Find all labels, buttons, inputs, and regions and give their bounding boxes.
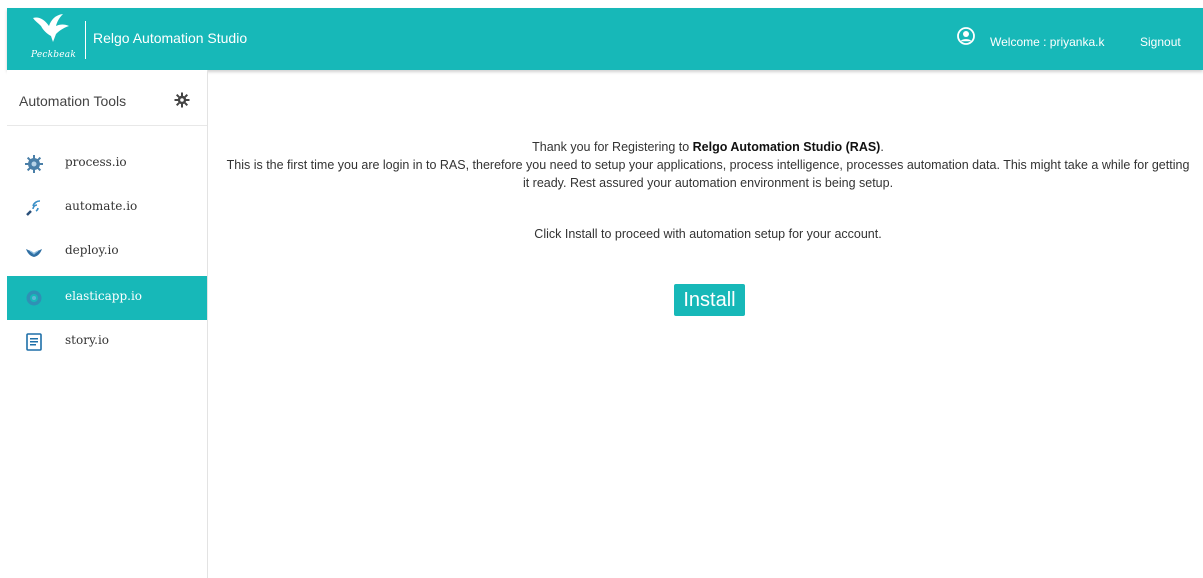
main-content: Thank you for Registering to Relgo Autom… <box>208 70 1203 578</box>
story-icon <box>26 333 42 351</box>
welcome-message: Thank you for Registering to Relgo Autom… <box>223 138 1193 192</box>
sidebar-header: Automation Tools <box>7 70 207 126</box>
logo-text: Peckbeak <box>31 50 76 60</box>
signout-link[interactable]: Signout <box>1140 35 1181 49</box>
sidebar-item-label: automate.io <box>65 199 138 213</box>
message-body: This is the first time you are login in … <box>226 158 1190 190</box>
sidebar-item-label: process.io <box>65 155 127 169</box>
sidebar: Automation Tools process.io automate.io … <box>7 70 208 578</box>
hummingbird-logo-icon <box>33 14 69 42</box>
sidebar-title: Automation Tools <box>19 93 127 109</box>
app-logo[interactable]: Peckbeak <box>29 12 76 66</box>
message-suffix: . <box>880 140 884 154</box>
sidebar-item-process[interactable]: process.io <box>7 142 207 186</box>
message-bold: Relgo Automation Studio (RAS) <box>692 140 881 154</box>
sidebar-item-elasticapp[interactable]: elasticapp.io <box>7 276 207 320</box>
elasticapp-icon <box>26 290 42 306</box>
app-title: Relgo Automation Studio <box>93 30 248 46</box>
sidebar-item-label: deploy.io <box>65 243 119 257</box>
top-header: Peckbeak Relgo Automation Studio Welcome… <box>7 8 1203 70</box>
logo-divider <box>85 21 86 59</box>
message-prefix: Thank you for Registering to <box>532 140 693 154</box>
gear-icon[interactable] <box>174 92 190 108</box>
sidebar-item-story[interactable]: story.io <box>7 320 207 364</box>
user-avatar-icon[interactable] <box>957 27 975 45</box>
sidebar-item-label: story.io <box>65 333 110 347</box>
install-button[interactable]: Install <box>674 284 745 316</box>
sidebar-item-label: elasticapp.io <box>65 289 143 303</box>
process-icon <box>25 155 43 173</box>
welcome-user: Welcome : priyanka.k <box>990 35 1105 49</box>
install-instruction: Click Install to proceed with automation… <box>534 227 882 241</box>
sidebar-item-deploy[interactable]: deploy.io <box>7 230 207 274</box>
automate-icon <box>26 200 41 216</box>
sidebar-item-automate[interactable]: automate.io <box>7 186 207 230</box>
deploy-icon <box>26 249 42 257</box>
